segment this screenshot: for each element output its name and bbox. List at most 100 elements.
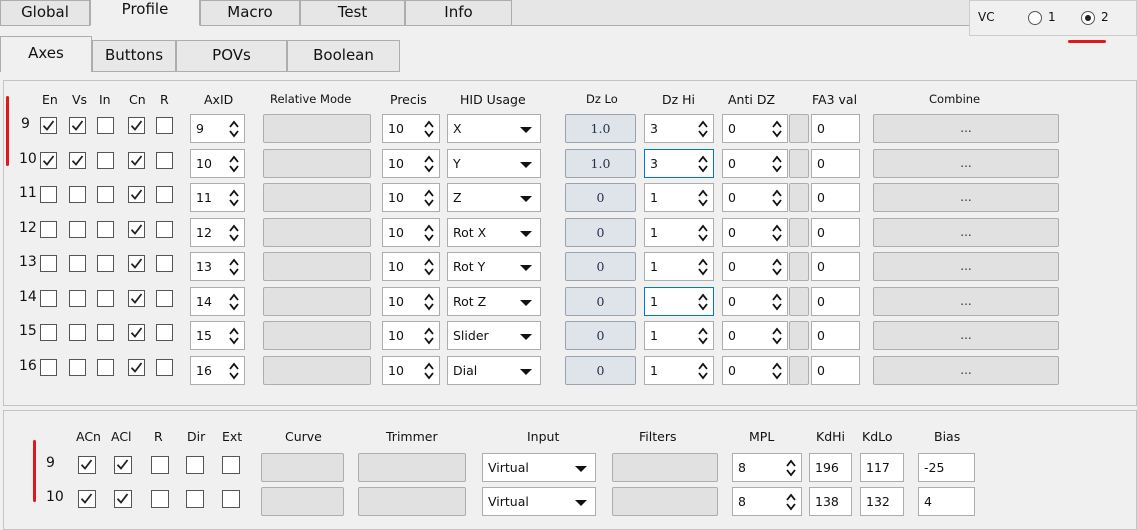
axis-r-checkbox[interactable] [156,151,173,169]
mpl-spinner[interactable]: 8 [732,487,802,516]
dz-hi-spinner[interactable]: 1 [644,252,714,281]
hid-usage-dropdown[interactable]: Rot Z [447,286,541,316]
precis-spinner[interactable]: 10 [382,321,440,350]
hid-usage-dropdown[interactable]: Dial [447,355,541,385]
axis-en-checkbox[interactable] [40,151,57,169]
hid-usage-dropdown[interactable]: Y [447,148,541,178]
axid-spinner[interactable]: 14 [190,286,245,316]
dz-lo-button[interactable]: 0 [565,252,636,281]
anti-dz-spinner[interactable]: 0 [722,148,788,178]
axis-vs-checkbox[interactable] [69,324,86,341]
anti-dz-extra-button[interactable] [789,114,809,143]
dz-lo-button[interactable]: 1.0 [565,114,636,143]
dz-hi-spinner[interactable]: 3 [644,148,714,178]
precis-spinner[interactable]: 10 [382,286,440,316]
curve-acl-checkbox[interactable] [114,456,132,474]
axis-vs-checkbox[interactable] [69,186,86,203]
curve-ext-checkbox[interactable] [222,456,240,474]
curve-acl-checkbox[interactable] [114,490,132,508]
combine-button[interactable]: ... [873,321,1059,350]
anti-dz-spinner[interactable]: 0 [722,183,788,212]
filters-button[interactable] [612,487,718,516]
combine-button[interactable]: ... [873,183,1059,212]
relative-mode-button[interactable] [263,252,371,281]
axis-r-checkbox[interactable] [156,289,173,307]
bias-field[interactable]: 4 [918,487,975,516]
curve-dir-checkbox[interactable] [186,490,204,508]
kdlo-field[interactable]: 117 [860,453,904,482]
anti-dz-extra-button[interactable] [789,183,809,212]
axis-r-checkbox[interactable] [156,324,173,341]
axis-in-checkbox[interactable] [97,220,114,238]
axis-vs-checkbox[interactable] [69,358,86,376]
axis-vs-checkbox[interactable] [69,289,86,307]
precis-spinner[interactable]: 10 [382,114,440,143]
axid-spinner[interactable]: 15 [190,321,245,350]
tab-test[interactable]: Test [300,0,405,26]
trimmer-button[interactable] [358,453,466,482]
anti-dz-spinner[interactable]: 0 [722,321,788,350]
axis-en-checkbox[interactable] [40,117,57,134]
curve-r-checkbox[interactable] [151,456,169,474]
dz-hi-spinner[interactable]: 1 [644,217,714,247]
fa3-value-field[interactable]: 0 [811,114,860,143]
axis-en-checkbox[interactable] [40,255,57,272]
axis-vs-checkbox[interactable] [69,220,86,238]
axis-vs-checkbox[interactable] [69,151,86,169]
axis-in-checkbox[interactable] [97,324,114,341]
precis-spinner[interactable]: 10 [382,252,440,281]
curve-acn-checkbox[interactable] [78,456,96,474]
curve-button[interactable] [261,487,344,516]
subtab-axes[interactable]: Axes [0,36,92,72]
fa3-value-field[interactable]: 0 [811,286,860,316]
anti-dz-extra-button[interactable] [789,355,809,385]
fa3-value-field[interactable]: 0 [811,355,860,385]
dz-hi-spinner[interactable]: 1 [644,321,714,350]
dz-hi-spinner[interactable]: 3 [644,114,714,143]
axis-en-checkbox[interactable] [40,289,57,307]
kdhi-field[interactable]: 138 [809,487,852,516]
relative-mode-button[interactable] [263,321,371,350]
axis-in-checkbox[interactable] [97,289,114,307]
fa3-value-field[interactable]: 0 [811,321,860,350]
dz-lo-button[interactable]: 0 [565,355,636,385]
axis-cn-checkbox[interactable] [128,289,145,307]
combine-button[interactable]: ... [873,114,1059,143]
relative-mode-button[interactable] [263,114,371,143]
relative-mode-button[interactable] [263,183,371,212]
axid-spinner[interactable]: 11 [190,183,245,212]
bias-field[interactable]: -25 [918,453,975,482]
axis-en-checkbox[interactable] [40,220,57,238]
anti-dz-spinner[interactable]: 0 [722,252,788,281]
axis-cn-checkbox[interactable] [128,255,145,272]
dz-lo-button[interactable]: 0 [565,217,636,247]
anti-dz-spinner[interactable]: 0 [722,114,788,143]
dz-hi-spinner[interactable]: 1 [644,355,714,385]
vc-radio-2[interactable] [1081,11,1095,25]
axis-vs-checkbox[interactable] [69,255,86,272]
dz-hi-spinner[interactable]: 1 [644,286,714,316]
input-dropdown[interactable]: Virtual [482,487,596,516]
axis-r-checkbox[interactable] [156,358,173,376]
axid-spinner[interactable]: 10 [190,148,245,178]
axis-r-checkbox[interactable] [156,220,173,238]
fa3-value-field[interactable]: 0 [811,183,860,212]
hid-usage-dropdown[interactable]: X [447,114,541,143]
axid-spinner[interactable]: 13 [190,252,245,281]
hid-usage-dropdown[interactable]: Rot Y [447,252,541,281]
curve-button[interactable] [261,453,344,482]
fa3-value-field[interactable]: 0 [811,252,860,281]
axis-cn-checkbox[interactable] [128,220,145,238]
curve-r-checkbox[interactable] [151,490,169,508]
axis-en-checkbox[interactable] [40,324,57,341]
axis-in-checkbox[interactable] [97,358,114,376]
anti-dz-spinner[interactable]: 0 [722,355,788,385]
subtab-buttons[interactable]: Buttons [92,40,176,72]
axid-spinner[interactable]: 9 [190,114,245,143]
dz-lo-button[interactable]: 1.0 [565,148,636,178]
anti-dz-extra-button[interactable] [789,148,809,178]
vc-radio-1[interactable] [1028,11,1042,25]
trimmer-button[interactable] [358,487,466,516]
axis-in-checkbox[interactable] [97,186,114,203]
anti-dz-extra-button[interactable] [789,217,809,247]
